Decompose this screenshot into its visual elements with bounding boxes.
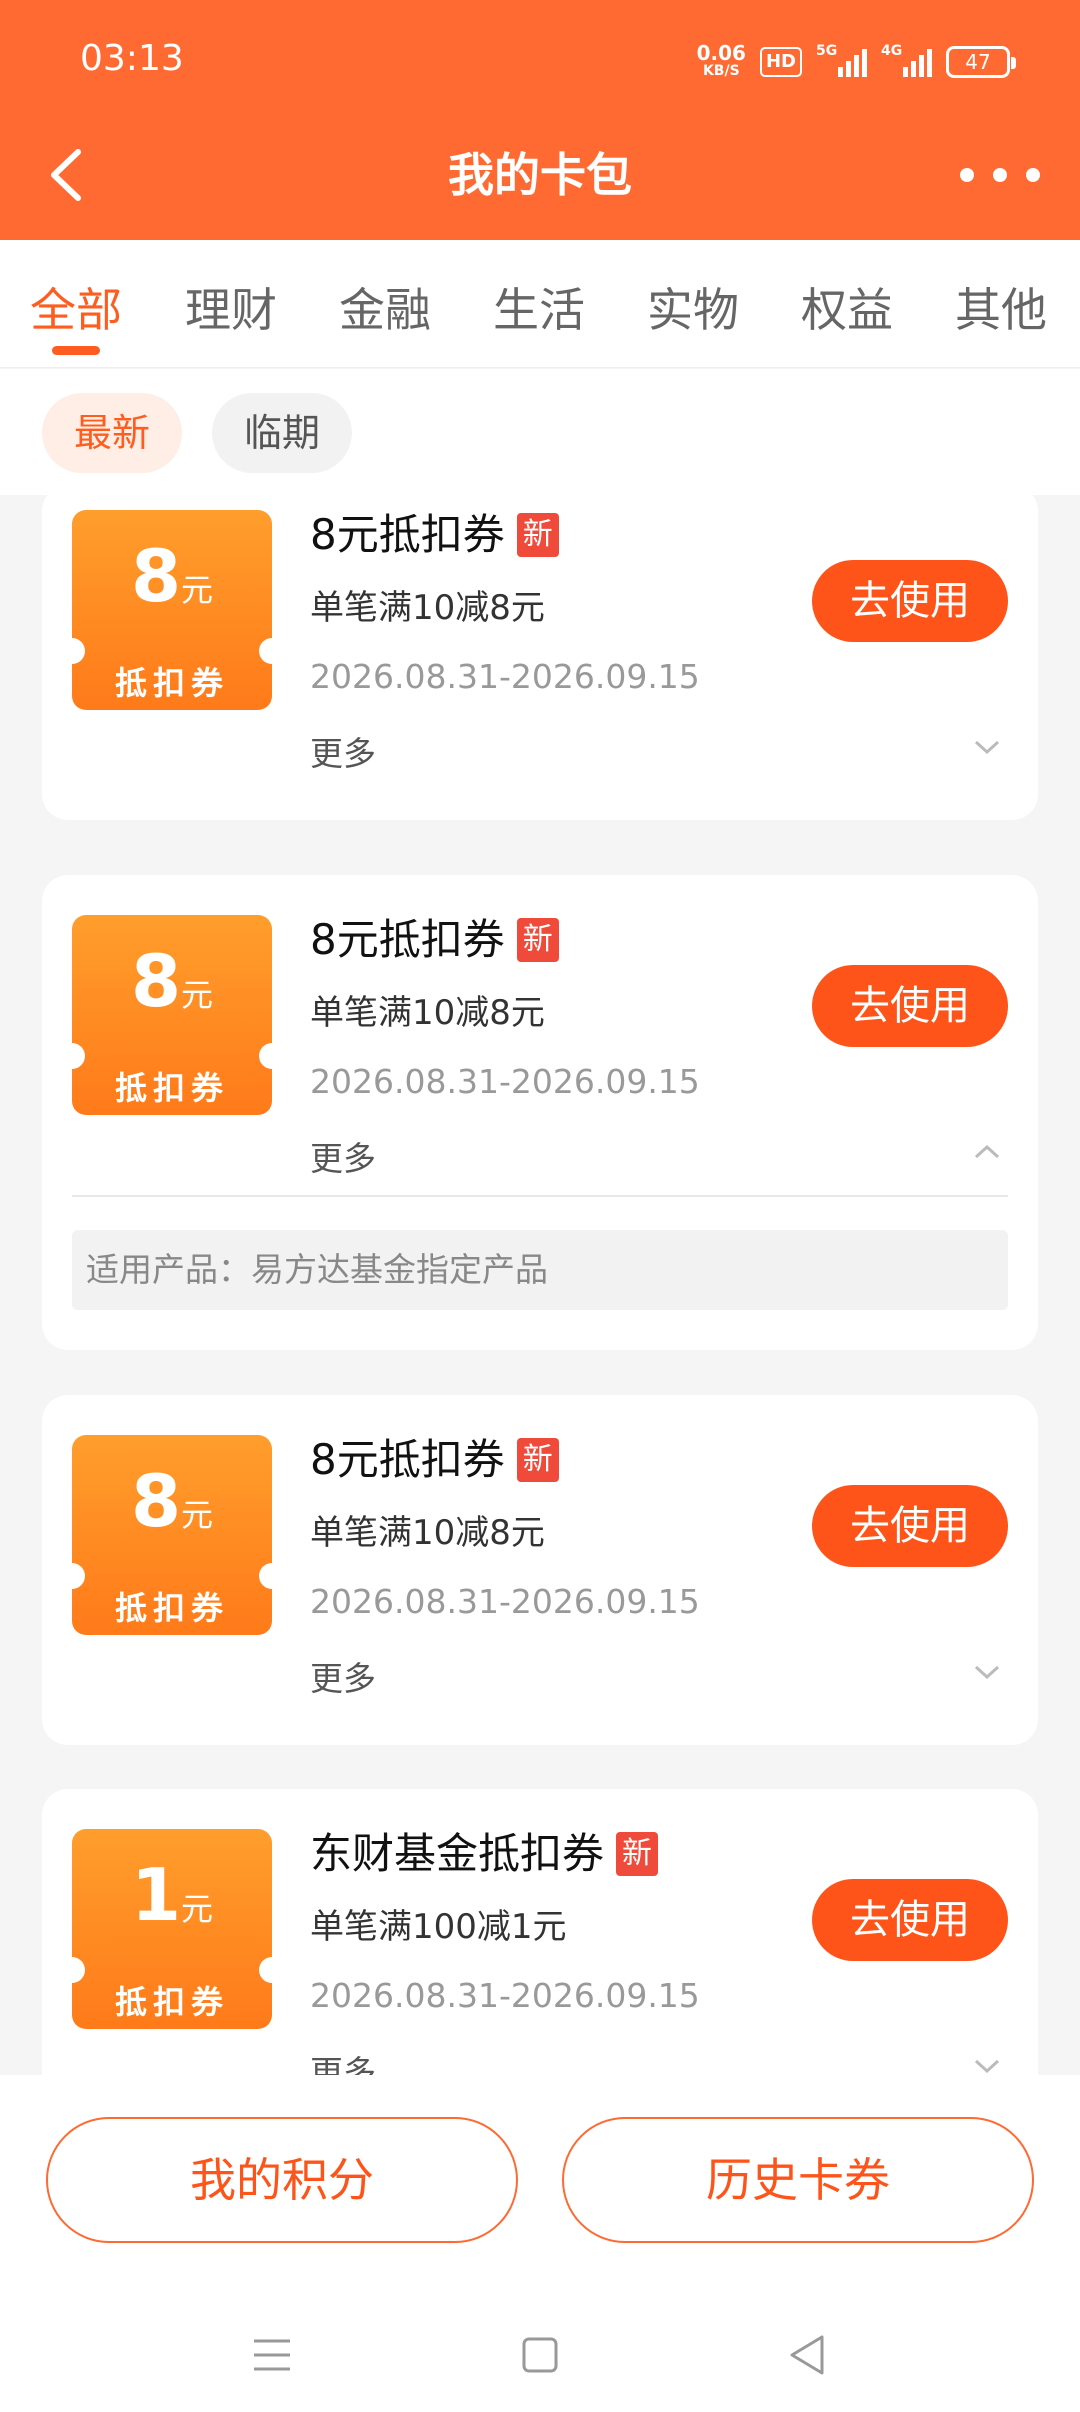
coupon-validity: 2026.08.31-2026.09.15 (310, 1062, 700, 1101)
coupon-condition: 单笔满100减1元 (310, 1907, 567, 1947)
filter-expiring[interactable]: 临期 (212, 393, 352, 473)
coupon-condition: 单笔满10减8元 (310, 1513, 545, 1553)
new-badge: 新 (516, 513, 559, 557)
coupon-title: 8元抵扣券新 (310, 507, 559, 563)
back-triangle-icon[interactable] (778, 2325, 838, 2385)
more-toggle[interactable]: 更多 (310, 1132, 376, 1180)
use-coupon-button[interactable]: 去使用 (812, 560, 1008, 642)
signal-5g-icon: 5G (816, 43, 867, 77)
tab-all[interactable]: 全部 (30, 274, 122, 340)
more-menu-icon[interactable] (960, 155, 1040, 195)
coupon-title: 8元抵扣券新 (310, 912, 559, 968)
coupon-condition: 单笔满10减8元 (310, 588, 545, 628)
applicable-products: 适用产品：易方达基金指定产品 (72, 1230, 1008, 1310)
coupon-validity: 2026.08.31-2026.09.15 (310, 657, 700, 696)
divider (72, 1195, 1008, 1197)
app-header: 03:13 0.06 KB/S HD 5G 4G 47 我的卡包 (0, 0, 1080, 240)
status-icons: 0.06 KB/S HD 5G 4G 47 (696, 40, 1016, 84)
menu-icon[interactable] (242, 2325, 302, 2385)
my-points-button[interactable]: 我的积分 (46, 2117, 518, 2243)
home-icon[interactable] (510, 2325, 570, 2385)
coupon-title: 8元抵扣券新 (310, 1432, 559, 1488)
coupon-ticket: 8元 抵扣券 (72, 915, 272, 1115)
more-toggle[interactable]: 更多 (310, 2046, 376, 2075)
use-coupon-button[interactable]: 去使用 (812, 965, 1008, 1047)
coupon-validity: 2026.08.31-2026.09.15 (310, 1976, 700, 2015)
hd-icon: HD (759, 47, 802, 77)
more-toggle[interactable]: 更多 (310, 1652, 376, 1700)
status-time: 03:13 (80, 38, 184, 79)
coupon-ticket: 8元 抵扣券 (72, 1435, 272, 1635)
use-coupon-button[interactable]: 去使用 (812, 1879, 1008, 1961)
coupon-card: 8元 抵扣券 8元抵扣券新 单笔满10减8元 2026.08.31-2026.0… (42, 495, 1038, 820)
filter-newest[interactable]: 最新 (42, 393, 182, 473)
tab-wealth[interactable]: 理财 (185, 274, 277, 340)
active-tab-indicator (52, 346, 100, 355)
coupon-list: 8元 抵扣券 8元抵扣券新 单笔满10减8元 2026.08.31-2026.0… (0, 495, 1080, 2075)
chevron-down-icon[interactable] (972, 2051, 1002, 2075)
coupon-condition: 单笔满10减8元 (310, 993, 545, 1033)
category-tabs: 全部 理财 金融 生活 实物 权益 其他 (0, 240, 1080, 368)
more-toggle[interactable]: 更多 (310, 727, 376, 775)
battery-icon: 47 (946, 46, 1016, 78)
chevron-down-icon[interactable] (972, 732, 1002, 762)
tab-physical[interactable]: 实物 (647, 274, 739, 340)
network-speed: 0.06 KB/S (696, 41, 746, 79)
filter-bar: 最新 临期 (0, 369, 1080, 495)
coupon-validity: 2026.08.31-2026.09.15 (310, 1582, 700, 1621)
chevron-up-icon[interactable] (972, 1137, 1002, 1167)
coupon-ticket: 1元 抵扣券 (72, 1829, 272, 2029)
bottom-action-bar: 我的积分 历史卡券 (0, 2075, 1080, 2412)
tab-finance[interactable]: 金融 (339, 274, 431, 340)
page-title: 我的卡包 (448, 148, 632, 202)
tab-benefits[interactable]: 权益 (801, 274, 893, 340)
signal-4g-icon: 4G (881, 43, 932, 77)
coupon-ticket: 8元 抵扣券 (72, 510, 272, 710)
new-badge: 新 (616, 1832, 659, 1876)
tab-other[interactable]: 其他 (955, 274, 1047, 340)
new-badge: 新 (516, 918, 559, 962)
coupon-card: 8元 抵扣券 8元抵扣券新 单笔满10减8元 2026.08.31-2026.0… (42, 875, 1038, 1350)
coupon-card: 1元 抵扣券 东财基金抵扣券新 单笔满100减1元 2026.08.31-202… (42, 1789, 1038, 2075)
chevron-down-icon[interactable] (972, 1657, 1002, 1687)
coupon-title: 东财基金抵扣券新 (310, 1826, 659, 1882)
history-coupons-button[interactable]: 历史卡券 (562, 2117, 1034, 2243)
use-coupon-button[interactable]: 去使用 (812, 1485, 1008, 1567)
coupon-card: 8元 抵扣券 8元抵扣券新 单笔满10减8元 2026.08.31-2026.0… (42, 1395, 1038, 1745)
status-bar: 03:13 0.06 KB/S HD 5G 4G 47 (0, 0, 1080, 125)
new-badge: 新 (516, 1438, 559, 1482)
tab-life[interactable]: 生活 (493, 274, 585, 340)
